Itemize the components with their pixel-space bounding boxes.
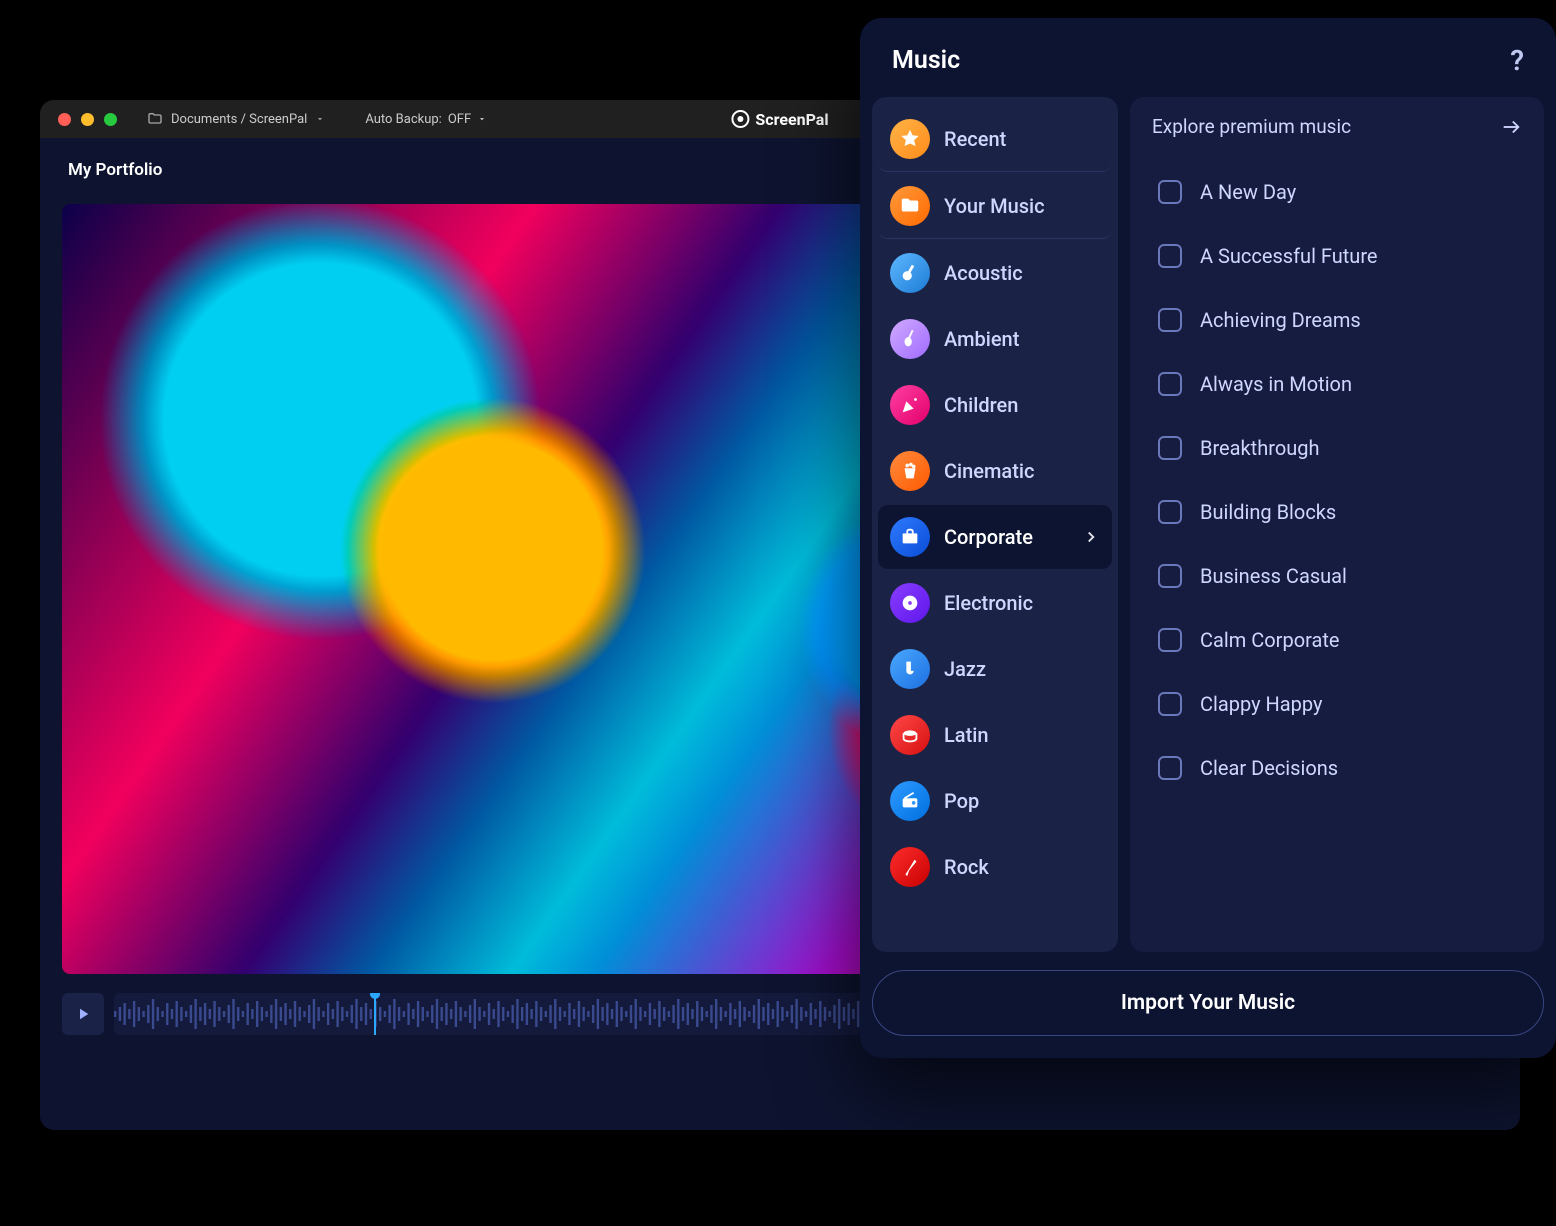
guitar-icon bbox=[890, 253, 930, 293]
category-label: Cinematic bbox=[944, 459, 1034, 483]
category-label: Pop bbox=[944, 789, 979, 813]
track-item[interactable]: A Successful Future bbox=[1152, 224, 1534, 288]
close-window-button[interactable] bbox=[58, 113, 71, 126]
track-title: Always in Motion bbox=[1200, 372, 1352, 396]
track-item[interactable]: Business Casual bbox=[1152, 544, 1534, 608]
category-list: Recent Your Music Acoustic Ambient Children C… bbox=[872, 97, 1118, 952]
category-item-rock[interactable]: Rock bbox=[878, 835, 1112, 899]
play-button[interactable] bbox=[62, 993, 104, 1035]
violin-icon bbox=[890, 319, 930, 359]
track-checkbox[interactable] bbox=[1158, 180, 1182, 204]
track-item[interactable]: Clear Decisions bbox=[1152, 736, 1534, 800]
track-item[interactable]: A New Day bbox=[1152, 160, 1534, 224]
category-label: Electronic bbox=[944, 591, 1033, 615]
track-title: Clappy Happy bbox=[1200, 692, 1323, 716]
sax-icon bbox=[890, 649, 930, 689]
explore-label: Explore premium music bbox=[1152, 115, 1351, 138]
brand-text: ScreenPal bbox=[755, 110, 828, 129]
category-label: Rock bbox=[944, 855, 989, 879]
guitar-electric-icon bbox=[890, 847, 930, 887]
music-panel-title: Music bbox=[892, 46, 960, 75]
track-checkbox[interactable] bbox=[1158, 436, 1182, 460]
category-label: Latin bbox=[944, 723, 988, 747]
maximize-window-button[interactable] bbox=[104, 113, 117, 126]
auto-backup-label: Auto Backup: bbox=[365, 112, 442, 127]
party-icon bbox=[890, 385, 930, 425]
category-item-latin[interactable]: Latin bbox=[878, 703, 1112, 767]
folder-icon bbox=[890, 186, 930, 226]
track-item[interactable]: Clappy Happy bbox=[1152, 672, 1534, 736]
category-label: Your Music bbox=[944, 194, 1045, 218]
track-checkbox[interactable] bbox=[1158, 308, 1182, 332]
track-item[interactable]: Breakthrough bbox=[1152, 416, 1534, 480]
track-checkbox[interactable] bbox=[1158, 756, 1182, 780]
arrow-right-icon bbox=[1500, 116, 1522, 138]
category-item-children[interactable]: Children bbox=[878, 373, 1112, 437]
track-item[interactable]: Calm Corporate bbox=[1152, 608, 1534, 672]
track-checkbox[interactable] bbox=[1158, 692, 1182, 716]
breadcrumb-text: Documents / ScreenPal bbox=[171, 112, 307, 127]
import-music-button[interactable]: Import Your Music bbox=[872, 970, 1544, 1036]
vinyl-icon bbox=[890, 583, 930, 623]
playhead[interactable] bbox=[374, 993, 376, 1035]
auto-backup-value: OFF bbox=[448, 112, 471, 127]
chevron-down-icon bbox=[477, 114, 487, 124]
briefcase-icon bbox=[890, 517, 930, 557]
track-item[interactable]: Always in Motion bbox=[1152, 352, 1534, 416]
track-title: Building Blocks bbox=[1200, 500, 1336, 524]
track-checkbox[interactable] bbox=[1158, 500, 1182, 524]
track-list[interactable]: A New Day A Successful Future Achieving Dr… bbox=[1130, 156, 1544, 952]
category-item-corporate[interactable]: Corporate bbox=[878, 505, 1112, 569]
category-label: Children bbox=[944, 393, 1018, 417]
popcorn-icon bbox=[890, 451, 930, 491]
music-panel: Music ? Recent Your Music Acoustic Ambient C… bbox=[860, 18, 1556, 1058]
track-checkbox[interactable] bbox=[1158, 372, 1182, 396]
track-checkbox[interactable] bbox=[1158, 244, 1182, 268]
track-title: Calm Corporate bbox=[1200, 628, 1340, 652]
folder-icon bbox=[147, 111, 163, 127]
track-title: Business Casual bbox=[1200, 564, 1347, 588]
star-icon bbox=[890, 119, 930, 159]
category-item-acoustic[interactable]: Acoustic bbox=[878, 241, 1112, 305]
track-title: Clear Decisions bbox=[1200, 756, 1338, 780]
brand-icon bbox=[731, 110, 749, 128]
music-panel-header: Music ? bbox=[860, 18, 1556, 97]
category-item-recent[interactable]: Recent bbox=[878, 107, 1112, 172]
radio-icon bbox=[890, 781, 930, 821]
track-checkbox[interactable] bbox=[1158, 564, 1182, 588]
track-title: Breakthrough bbox=[1200, 436, 1320, 460]
track-title: A Successful Future bbox=[1200, 244, 1378, 268]
explore-premium-link[interactable]: Explore premium music bbox=[1130, 97, 1544, 156]
category-label: Acoustic bbox=[944, 261, 1023, 285]
track-item[interactable]: Achieving Dreams bbox=[1152, 288, 1534, 352]
category-label: Jazz bbox=[944, 657, 986, 681]
category-item-your-music[interactable]: Your Music bbox=[878, 174, 1112, 239]
track-title: Achieving Dreams bbox=[1200, 308, 1361, 332]
drum-icon bbox=[890, 715, 930, 755]
play-icon bbox=[74, 1005, 92, 1023]
chevron-down-icon bbox=[315, 114, 325, 124]
category-item-jazz[interactable]: Jazz bbox=[878, 637, 1112, 701]
window-controls bbox=[58, 113, 117, 126]
chevron-right-icon bbox=[1082, 528, 1100, 546]
track-checkbox[interactable] bbox=[1158, 628, 1182, 652]
minimize-window-button[interactable] bbox=[81, 113, 94, 126]
brand-logo: ScreenPal bbox=[731, 110, 828, 129]
category-item-electronic[interactable]: Electronic bbox=[878, 571, 1112, 635]
help-button[interactable]: ? bbox=[1510, 44, 1524, 77]
category-label: Corporate bbox=[944, 525, 1033, 549]
category-label: Ambient bbox=[944, 327, 1019, 351]
category-item-pop[interactable]: Pop bbox=[878, 769, 1112, 833]
track-title: A New Day bbox=[1200, 180, 1296, 204]
track-column: Explore premium music A New Day A Success… bbox=[1130, 97, 1544, 952]
category-item-ambient[interactable]: Ambient bbox=[878, 307, 1112, 371]
breadcrumb[interactable]: Documents / ScreenPal bbox=[147, 111, 325, 127]
track-item[interactable]: Building Blocks bbox=[1152, 480, 1534, 544]
category-label: Recent bbox=[944, 127, 1006, 151]
auto-backup-toggle[interactable]: Auto Backup: OFF bbox=[365, 112, 487, 127]
category-item-cinematic[interactable]: Cinematic bbox=[878, 439, 1112, 503]
